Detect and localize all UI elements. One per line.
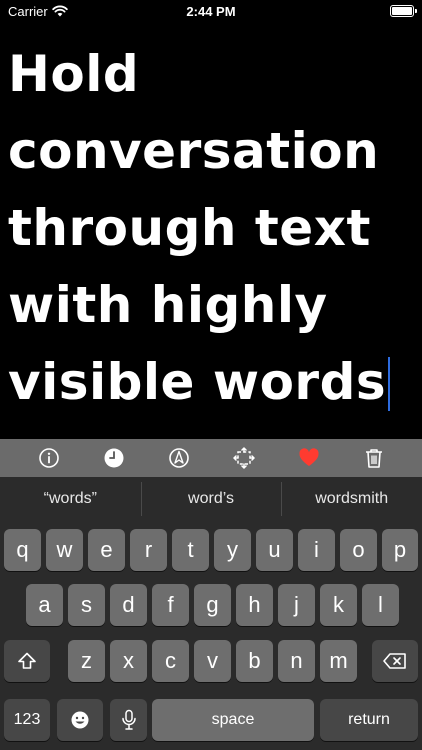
emoji-key[interactable] [57, 699, 103, 741]
key-v[interactable]: v [194, 640, 231, 682]
key-a[interactable]: a [26, 584, 63, 626]
text-line: through text [8, 199, 371, 257]
key-o[interactable]: o [340, 529, 377, 571]
backspace-icon [383, 653, 406, 669]
text-caret [388, 357, 391, 411]
key-i[interactable]: i [298, 529, 335, 571]
key-g[interactable]: g [194, 584, 231, 626]
key-k[interactable]: k [320, 584, 357, 626]
suggestion-item[interactable]: wordsmith [281, 482, 422, 516]
info-icon [38, 448, 59, 468]
microphone-icon [121, 709, 136, 730]
text-editor[interactable]: Hold conversation through text with high… [0, 22, 422, 439]
key-p[interactable]: p [382, 529, 418, 571]
clock-icon [104, 448, 123, 468]
big-text-content[interactable]: Hold conversation through text with high… [8, 36, 414, 421]
keyboard: “words” word’s wordsmith q w e r t y u i… [0, 477, 422, 750]
text-line: with highly [8, 276, 328, 334]
key-f[interactable]: f [152, 584, 189, 626]
key-m[interactable]: m [320, 640, 357, 682]
delete-button[interactable] [355, 439, 393, 477]
key-d[interactable]: d [110, 584, 147, 626]
heart-icon [298, 448, 319, 466]
space-key[interactable]: space [152, 699, 314, 741]
trash-icon [365, 449, 382, 468]
info-button[interactable] [30, 439, 68, 477]
key-r[interactable]: r [130, 529, 167, 571]
key-s[interactable]: s [68, 584, 105, 626]
dictation-key[interactable] [110, 699, 147, 741]
key-y[interactable]: y [214, 529, 251, 571]
text-line: visible words [8, 353, 387, 411]
key-q[interactable]: q [4, 529, 41, 571]
key-row-3: z x c v b n m [0, 640, 422, 682]
delete-key[interactable] [372, 640, 418, 682]
key-n[interactable]: n [278, 640, 315, 682]
rotate-button[interactable] [225, 439, 263, 477]
key-row-2: a s d f g h j k l [0, 584, 422, 626]
favorite-button[interactable] [290, 439, 328, 477]
key-j[interactable]: j [278, 584, 315, 626]
battery-icon [390, 5, 417, 17]
numbers-key[interactable]: 123 [4, 699, 50, 741]
key-z[interactable]: z [68, 640, 105, 682]
key-row-4: 123 space return [0, 699, 422, 741]
rotate-screen-icon [232, 447, 255, 469]
editor-toolbar [0, 439, 422, 477]
key-x[interactable]: x [110, 640, 147, 682]
compass-icon [168, 448, 189, 468]
text-line: Hold [8, 45, 140, 103]
key-u[interactable]: u [256, 529, 293, 571]
battery-fill [392, 7, 412, 15]
suggestion-item[interactable]: “words” [0, 490, 141, 508]
status-bar: Carrier 2:44 PM [0, 0, 422, 22]
text-line-last: visible words [8, 344, 414, 421]
key-t[interactable]: t [172, 529, 209, 571]
return-key[interactable]: return [320, 699, 418, 741]
key-row-1: q w e r t y u i o p [0, 529, 422, 571]
key-b[interactable]: b [236, 640, 273, 682]
key-h[interactable]: h [236, 584, 273, 626]
key-w[interactable]: w [46, 529, 83, 571]
history-button[interactable] [95, 439, 133, 477]
shift-key[interactable] [4, 640, 50, 682]
suggestion-bar: “words” word’s wordsmith [0, 477, 422, 521]
shift-icon [18, 652, 36, 669]
emoji-icon [71, 711, 89, 729]
suggestion-item[interactable]: word’s [140, 482, 282, 516]
style-button[interactable] [160, 439, 198, 477]
key-l[interactable]: l [362, 584, 399, 626]
status-time: 2:44 PM [186, 3, 236, 19]
key-e[interactable]: e [88, 529, 125, 571]
key-c[interactable]: c [152, 640, 189, 682]
text-line: conversation [8, 122, 380, 180]
